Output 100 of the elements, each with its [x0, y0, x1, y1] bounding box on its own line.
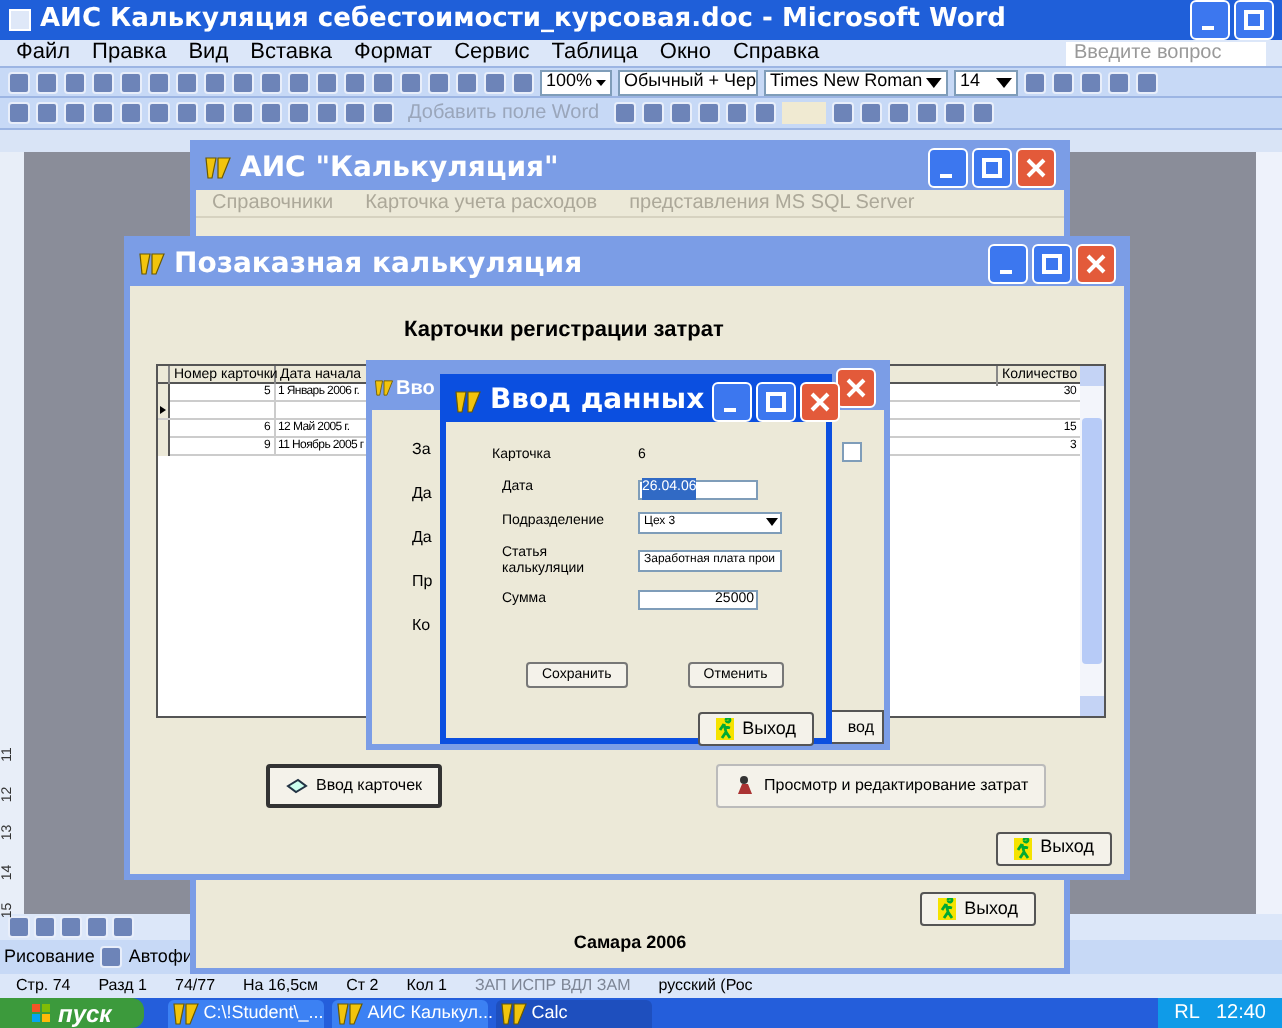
toolbar-icon[interactable]	[859, 102, 882, 124]
toolbar-icon[interactable]	[260, 102, 282, 124]
toolbar-icon[interactable]	[1108, 71, 1130, 93]
start-button[interactable]: пуск	[0, 998, 144, 1028]
toolbar-icon[interactable]	[120, 102, 142, 124]
font-field[interactable]: Times New Roman	[764, 69, 948, 95]
taskbar-button[interactable]: АИС Калькул...	[331, 1000, 488, 1028]
status-field: Стр. 74	[16, 974, 71, 998]
toolbar-icon[interactable]	[36, 102, 58, 124]
menu-item[interactable]: Окно	[659, 36, 711, 70]
toolbar-icon[interactable]	[8, 916, 30, 938]
menu-item[interactable]: Таблица	[551, 36, 638, 70]
help-search-field[interactable]: Введите вопрос	[1066, 41, 1266, 65]
toolbar-icon[interactable]	[316, 102, 338, 124]
toolbar-icon[interactable]	[344, 71, 366, 93]
toolbar-icon[interactable]	[344, 102, 366, 124]
toolbar-icon[interactable]	[86, 916, 108, 938]
minimize-button[interactable]	[928, 148, 968, 188]
close-button[interactable]	[1016, 148, 1056, 188]
toolbar-icon[interactable]	[232, 71, 254, 93]
toolbar-icon[interactable]	[100, 946, 123, 968]
toolbar-icon[interactable]	[1080, 71, 1102, 93]
toolbar-icon[interactable]	[288, 71, 310, 93]
toolbar-icon[interactable]	[1024, 71, 1046, 93]
toolbar-icon[interactable]	[64, 71, 86, 93]
menu-item[interactable]: Формат	[354, 36, 433, 70]
menu-item[interactable]: Вставка	[250, 36, 333, 70]
exit-button[interactable]: Выход	[920, 892, 1036, 926]
toolbar-icon[interactable]	[725, 102, 748, 124]
clock: 12:40	[1215, 1000, 1266, 1028]
toolbar-icon[interactable]	[456, 71, 478, 93]
toolbar-icon[interactable]	[831, 102, 854, 124]
toolbar-icon[interactable]	[204, 102, 226, 124]
toolbar-icon[interactable]	[120, 71, 142, 93]
taskbar-button[interactable]: Calc	[495, 1000, 652, 1028]
menu-item[interactable]: Справка	[732, 36, 820, 70]
maximize-icon	[1244, 10, 1264, 30]
maximize-icon	[1042, 254, 1062, 274]
toolbar-icon[interactable]	[971, 102, 994, 124]
menu-item[interactable]: Сервис	[454, 36, 530, 70]
close-button[interactable]	[836, 368, 876, 408]
toolbar-icon[interactable]	[753, 102, 776, 124]
toolbar-icon[interactable]	[943, 102, 966, 124]
toolbar-icon[interactable]	[260, 71, 282, 93]
exit-button[interactable]: Выход	[698, 712, 814, 747]
maximize-button[interactable]	[972, 148, 1012, 188]
toolbar-icon[interactable]	[316, 71, 338, 93]
toolbar-icon[interactable]	[887, 102, 910, 124]
toolbar-icon[interactable]	[8, 71, 30, 93]
toolbar-icon[interactable]	[428, 71, 450, 93]
minimize-icon	[999, 270, 1011, 274]
toolbar-icon[interactable]	[372, 71, 394, 93]
minimize-button[interactable]	[988, 244, 1028, 284]
toolbar-icon[interactable]	[112, 916, 134, 938]
toolbar-icon[interactable]	[36, 71, 58, 93]
toolbar-icon[interactable]	[1136, 71, 1158, 93]
maximize-button[interactable]	[1032, 244, 1072, 284]
menu-item[interactable]: Правка	[92, 36, 167, 70]
toolbar-icon[interactable]	[176, 71, 198, 93]
zoom-field[interactable]: 100%	[540, 69, 612, 95]
font-size-field[interactable]: 14	[954, 69, 1018, 95]
toolbar-icon[interactable]	[697, 102, 720, 124]
action-button[interactable]: Просмотр и редактирование затрат	[716, 763, 1047, 807]
status-field: 74/77	[175, 974, 216, 998]
toolbar-icon[interactable]	[288, 102, 310, 124]
toolbar-icon[interactable]	[148, 71, 170, 93]
toolbar-icon[interactable]	[92, 102, 114, 124]
toolbar-icon[interactable]	[8, 102, 30, 124]
text-field[interactable]	[781, 102, 826, 124]
menu-item[interactable]: Вид	[188, 36, 229, 70]
exit-button[interactable]: Выход	[996, 831, 1112, 865]
maximize-button[interactable]	[1234, 0, 1274, 40]
document-icon	[8, 8, 32, 32]
toolbar-icon[interactable]	[148, 102, 170, 124]
toolbar-icon[interactable]	[484, 71, 506, 93]
toolbar-icon[interactable]	[669, 102, 692, 124]
toolbar-icon[interactable]	[204, 71, 226, 93]
close-button[interactable]	[800, 381, 841, 421]
toolbar-icon[interactable]	[34, 916, 56, 938]
toolbar-icon[interactable]	[400, 71, 422, 93]
toolbar-icon[interactable]	[60, 916, 82, 938]
menu-item[interactable]: Файл	[16, 36, 71, 70]
toolbar-icon[interactable]	[613, 102, 636, 124]
toolbar-icon[interactable]	[176, 102, 198, 124]
toolbar-icon[interactable]	[641, 102, 664, 124]
taskbar-button[interactable]: C:\!Student\_...	[167, 1000, 324, 1028]
toolbar-icon[interactable]	[915, 102, 938, 124]
toolbar-icon[interactable]	[372, 102, 394, 124]
toolbar-icon[interactable]	[1052, 71, 1074, 93]
close-button[interactable]	[1076, 244, 1116, 284]
toolbar-icon[interactable]	[232, 102, 254, 124]
toolbar-icon[interactable]	[512, 71, 534, 93]
maximize-button[interactable]	[756, 381, 797, 421]
toolbar-icon[interactable]	[92, 71, 114, 93]
drawing-menu-button[interactable]: Рисование	[4, 943, 95, 971]
minimize-button[interactable]	[712, 381, 753, 421]
style-field[interactable]: Обычный + Чер	[618, 69, 758, 95]
minimize-button[interactable]	[1190, 0, 1230, 40]
action-button[interactable]: Ввод карточек	[266, 763, 443, 807]
toolbar-icon[interactable]	[64, 102, 86, 124]
